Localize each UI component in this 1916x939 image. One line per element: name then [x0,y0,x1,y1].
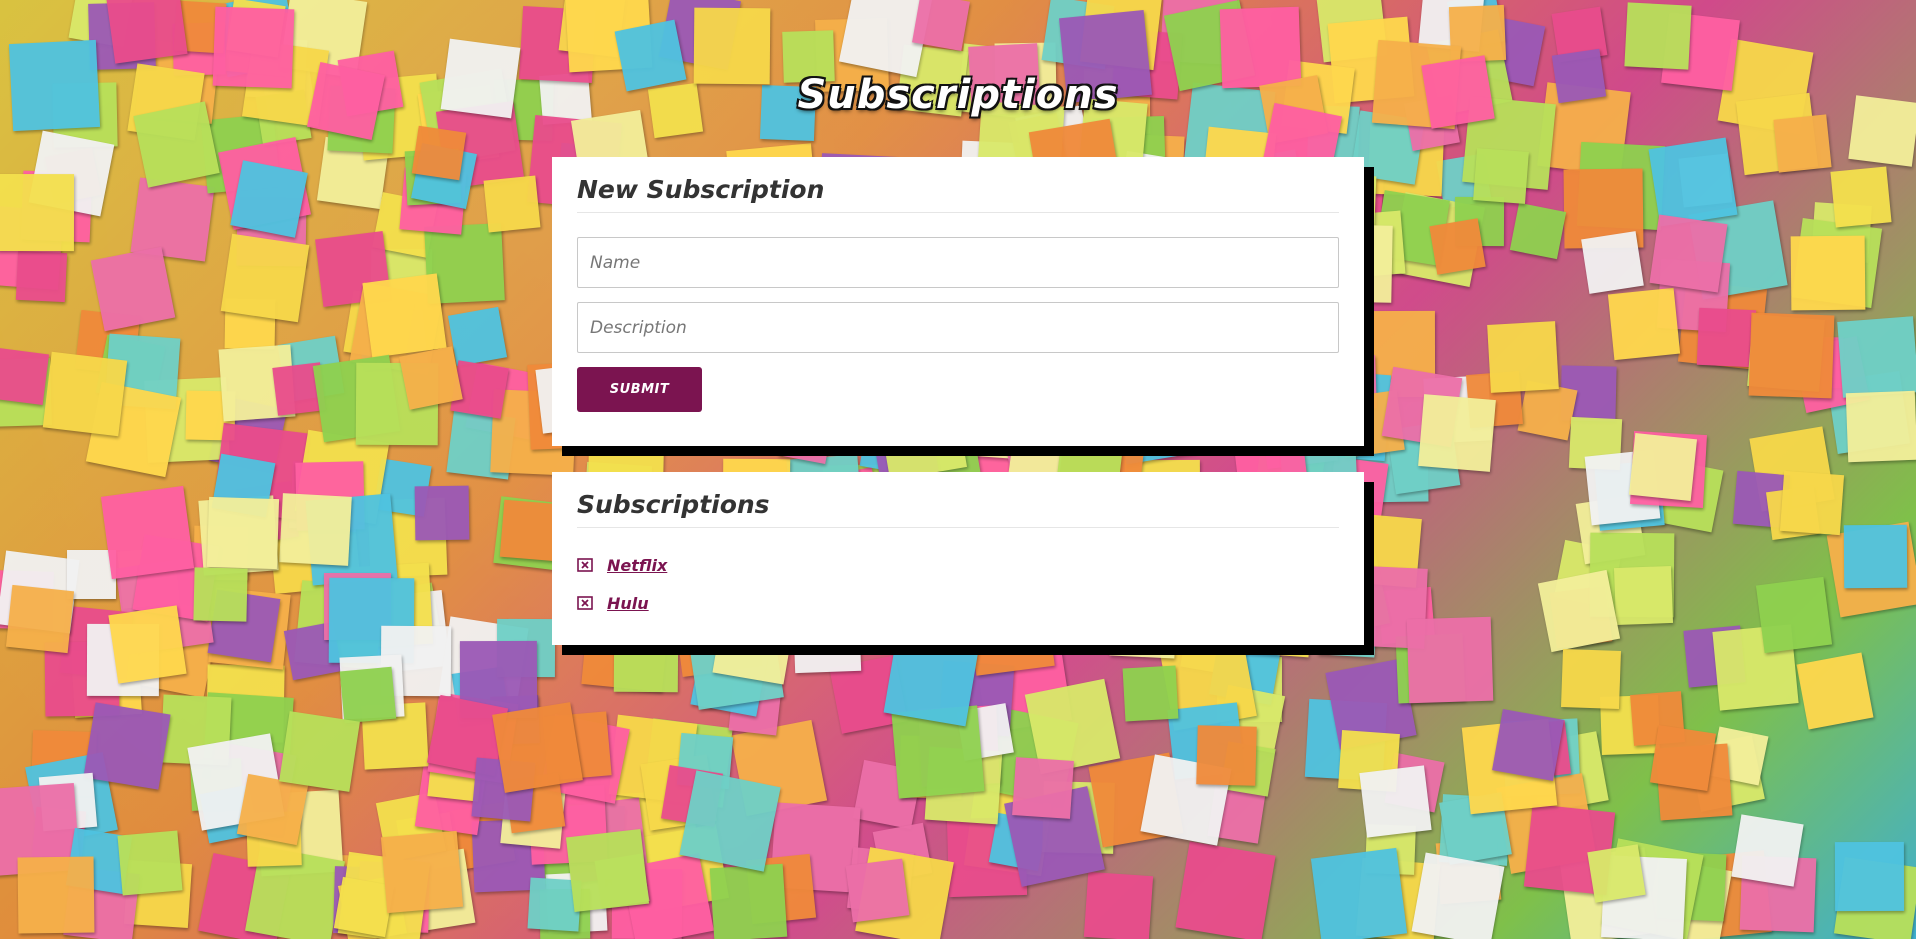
sticky-note [1175,841,1276,939]
sticky-note [1473,148,1529,204]
sticky-note [1779,470,1845,536]
sticky-note [1613,565,1674,626]
sticky-note [1196,725,1257,786]
sticky-note [100,485,195,580]
description-input[interactable] [577,302,1339,353]
sticky-note [1492,709,1564,781]
sticky-note [414,485,470,541]
sticky-note [1773,114,1832,173]
sticky-note [1845,390,1916,463]
sticky-note [1790,235,1866,311]
sticky-note [380,830,464,914]
sticky-note [1696,307,1757,368]
sticky-note [1648,137,1738,227]
subscriptions-card: Subscriptions Netflix Hulu [552,472,1364,645]
sticky-note [1796,652,1874,730]
list-item: Netflix [577,546,1339,584]
sticky-note [845,858,910,923]
sticky-note [1581,231,1644,294]
new-subscription-heading: New Subscription [577,175,1339,213]
sticky-note [447,306,508,367]
subscriptions-heading: Subscriptions [577,490,1339,528]
sticky-note [279,711,360,792]
list-item: Hulu [577,584,1339,622]
sticky-note [236,773,309,846]
sticky-note [1830,166,1892,228]
sticky-note [90,246,176,332]
sticky-note-wall-background [0,0,1916,939]
sticky-note [1411,852,1505,939]
sticky-note [1310,847,1408,939]
subscription-link-hulu[interactable]: Hulu [607,594,649,613]
sticky-note [565,828,650,913]
sticky-note [1509,202,1567,260]
sticky-note [483,175,541,233]
remove-icon[interactable] [577,595,593,611]
sticky-note [1748,312,1835,399]
sticky-note [709,863,788,939]
remove-icon[interactable] [577,557,593,573]
submit-button[interactable]: SUBMIT [577,367,702,412]
sticky-note [220,233,310,323]
sticky-note [279,493,352,566]
sticky-note [117,830,183,896]
sticky-note [83,702,171,790]
sticky-note [362,273,447,358]
sticky-note [1537,569,1621,653]
sticky-note [1649,214,1728,293]
sticky-note [1429,218,1486,275]
sticky-note [0,347,50,406]
sticky-note [339,666,397,724]
sticky-note [1406,616,1494,704]
sticky-note [1649,724,1717,792]
new-subscription-card: New Subscription SUBMIT [552,157,1364,446]
sticky-note [1607,287,1681,361]
sticky-note [1628,432,1698,502]
sticky-note [1083,871,1154,939]
subscriptions-list: Netflix Hulu [577,546,1339,622]
sticky-note [5,584,75,654]
sticky-note [130,177,215,262]
page-title: Subscriptions [797,72,1119,118]
sticky-note [206,496,280,570]
sticky-note [15,250,68,303]
sticky-note [1731,814,1804,887]
sticky-note [1755,576,1833,654]
sticky-note [17,856,95,934]
sticky-note [1418,394,1496,472]
sticky-note [230,160,308,238]
sticky-note [42,351,128,437]
sticky-note [1587,844,1646,903]
sticky-note [1561,649,1621,709]
sticky-note [1843,524,1908,589]
sticky-note [679,770,781,872]
sticky-note [108,605,187,684]
sticky-note [399,346,463,410]
sticky-note [1624,2,1692,70]
sticky-note [1834,841,1905,912]
sticky-note [1122,665,1179,722]
name-input[interactable] [577,237,1339,288]
subscription-link-netflix[interactable]: Netflix [607,556,667,575]
sticky-note [0,173,75,252]
sticky-note [1487,321,1559,393]
sticky-note [1837,316,1916,398]
sticky-note [105,0,188,64]
sticky-note [193,567,248,622]
sticky-note [1359,765,1432,838]
sticky-note [1012,757,1074,819]
sticky-note [492,702,583,793]
sticky-note [912,0,970,51]
sticky-note [411,125,467,181]
